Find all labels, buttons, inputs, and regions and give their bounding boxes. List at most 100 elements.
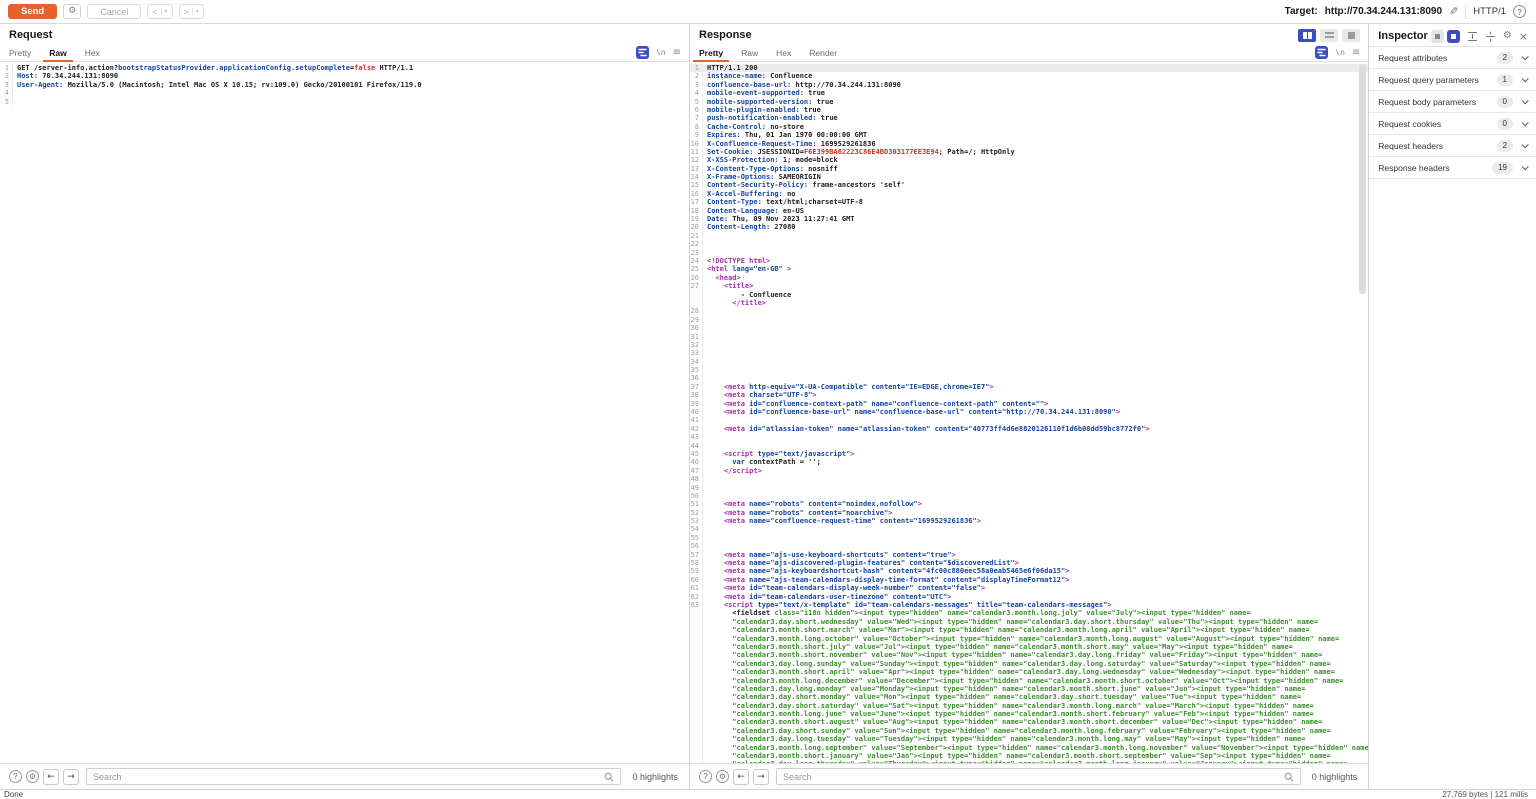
- code-line: 2instance-name: Confluence: [690, 72, 1368, 80]
- layout-columns-button[interactable]: [1298, 29, 1316, 42]
- help-icon[interactable]: ?: [1513, 5, 1526, 18]
- response-scrollbar[interactable]: [1359, 64, 1366, 294]
- history-forward-button[interactable]: >▾: [179, 4, 204, 19]
- code-line: 37 <meta http-equiv="X-UA-Compatible" co…: [690, 383, 1368, 391]
- code-line: </title>: [690, 299, 1368, 307]
- code-line: 27 <title>: [690, 282, 1368, 290]
- search-prev-button[interactable]: ←: [733, 769, 749, 785]
- inspector-dock-expanded-icon[interactable]: [1447, 30, 1460, 43]
- code-line: 5: [0, 98, 689, 106]
- code-line: 49: [690, 484, 1368, 492]
- layout-rows-button[interactable]: [1320, 29, 1338, 42]
- search-settings-icon[interactable]: ⚙: [716, 770, 729, 783]
- response-metrics: 27,769 bytes | 121 millis: [1442, 790, 1528, 799]
- search-settings-icon[interactable]: ⚙: [26, 770, 39, 783]
- code-line: 40 <meta id="confluence-base-url" name="…: [690, 408, 1368, 416]
- chevron-down-icon: [1522, 141, 1529, 148]
- code-line: "calendar3.month.long.september" value="…: [690, 744, 1368, 752]
- inspector-dock-collapsed-icon[interactable]: [1431, 30, 1444, 43]
- code-line: "calendar3.month.short.january" value="J…: [690, 752, 1368, 760]
- inspector-settings-icon[interactable]: ⚙: [1503, 31, 1512, 41]
- cancel-button[interactable]: Cancel: [87, 4, 141, 19]
- code-line: - Confluence: [690, 291, 1368, 299]
- code-line: "calendar3.day.short.monday" value="Mon"…: [690, 693, 1368, 701]
- code-line: 2Host: 70.34.244.131:8090: [0, 72, 689, 80]
- editor-menu-icon[interactable]: ≡: [1352, 47, 1360, 58]
- code-line: 19Date: Thu, 09 Nov 2023 11:27:41 GMT: [690, 215, 1368, 223]
- newline-toggle-icon[interactable]: \n: [1335, 48, 1345, 57]
- count-badge: 2: [1497, 140, 1513, 152]
- tab-response-hex[interactable]: Hex: [767, 44, 800, 61]
- code-line: 31: [690, 333, 1368, 341]
- pretty-print-icon[interactable]: [1315, 46, 1328, 59]
- code-line: 13X-Content-Type-Options: nosniff: [690, 165, 1368, 173]
- code-line: 8Cache-Control: no-store: [690, 123, 1368, 131]
- inspector-section-request-cookies[interactable]: Request cookies 0: [1369, 113, 1536, 135]
- forward-arrow-icon: >: [184, 7, 189, 17]
- code-line: 43: [690, 433, 1368, 441]
- tab-request-raw[interactable]: Raw: [40, 44, 75, 61]
- count-badge: 2: [1497, 52, 1513, 64]
- gear-icon: ⚙: [719, 773, 726, 781]
- tab-response-pretty[interactable]: Pretty: [690, 44, 732, 61]
- code-line: 62 <meta id="team-calendars-user-timezon…: [690, 593, 1368, 601]
- send-button[interactable]: Send: [8, 4, 57, 19]
- code-line: 3confluence-base-url: http://70.34.244.1…: [690, 81, 1368, 89]
- main-split: Request Pretty Raw Hex \n ≡ 1GET /server…: [0, 24, 1536, 789]
- request-editor[interactable]: 1GET /server-info.action?bootstrapStatus…: [0, 62, 689, 763]
- inspector-sections: Request attributes 2 Request query param…: [1369, 46, 1536, 179]
- code-line: "calendar3.day.long.thursday" value="Thu…: [690, 760, 1368, 763]
- edit-target-icon[interactable]: ✎: [1449, 5, 1458, 18]
- send-settings-button[interactable]: ⚙: [63, 4, 81, 19]
- tab-response-render[interactable]: Render: [800, 44, 846, 61]
- expand-all-icon[interactable]: [1467, 31, 1478, 42]
- divider: [1465, 5, 1466, 19]
- inspector-section-request-body-parameters[interactable]: Request body parameters 0: [1369, 91, 1536, 113]
- inspector-section-request-attributes[interactable]: Request attributes 2: [1369, 47, 1536, 69]
- code-line: 11Set-Cookie: JSESSIONID=F6E399BA62223C8…: [690, 148, 1368, 156]
- layout-single-button[interactable]: [1342, 29, 1360, 42]
- request-search-input[interactable]: [93, 772, 604, 782]
- code-line: "calendar3.day.short.sunday" value="Sun"…: [690, 727, 1368, 735]
- status-text: Done: [4, 790, 23, 799]
- inspector-section-response-headers[interactable]: Response headers 19: [1369, 157, 1536, 179]
- history-back-button[interactable]: <▾: [147, 4, 172, 19]
- code-line: 24<!DOCTYPE html>: [690, 257, 1368, 265]
- code-line: 7push-notification-enabled: true: [690, 114, 1368, 122]
- search-icon: [1284, 772, 1294, 782]
- code-line: 56: [690, 542, 1368, 550]
- newline-toggle-icon[interactable]: \n: [656, 48, 666, 57]
- tab-response-raw[interactable]: Raw: [732, 44, 767, 61]
- code-line: 14X-Frame-Options: SAMEORIGIN: [690, 173, 1368, 181]
- response-highlights-count: 0 highlights: [1312, 772, 1358, 782]
- count-badge: 1: [1497, 74, 1513, 86]
- inspector-head: Inspector ⚙ ×: [1369, 24, 1536, 46]
- request-tabs: Pretty Raw Hex \n ≡: [0, 44, 689, 62]
- code-line: "calendar3.month.long.december" value="D…: [690, 677, 1368, 685]
- collapse-all-icon[interactable]: [1485, 31, 1496, 42]
- tab-request-pretty[interactable]: Pretty: [0, 44, 40, 61]
- code-line: "calendar3.month.long.june" value="June"…: [690, 710, 1368, 718]
- request-highlights-count: 0 highlights: [632, 772, 678, 782]
- chevron-down-icon: [1522, 75, 1529, 82]
- request-search-bar: ? ⚙ ← → 0 highlights: [0, 763, 689, 789]
- code-line: 12X-XSS-Protection: 1; mode=block: [690, 156, 1368, 164]
- close-icon[interactable]: ×: [1519, 31, 1528, 42]
- inspector-section-request-query-parameters[interactable]: Request query parameters 1: [1369, 69, 1536, 91]
- code-line: 26 <head>: [690, 274, 1368, 282]
- search-help-icon[interactable]: ?: [699, 770, 712, 783]
- editor-menu-icon[interactable]: ≡: [673, 47, 681, 58]
- search-help-icon[interactable]: ?: [9, 770, 22, 783]
- response-search-input[interactable]: [783, 772, 1284, 782]
- code-line: 52 <meta name="robots" content="noarchiv…: [690, 509, 1368, 517]
- code-line: 4: [0, 89, 689, 97]
- search-next-button[interactable]: →: [63, 769, 79, 785]
- tab-request-hex[interactable]: Hex: [76, 44, 109, 61]
- inspector-section-request-headers[interactable]: Request headers 2: [1369, 135, 1536, 157]
- layout-toggles: [1294, 29, 1360, 42]
- search-prev-button[interactable]: ←: [43, 769, 59, 785]
- search-next-button[interactable]: →: [753, 769, 769, 785]
- pretty-print-icon[interactable]: [636, 46, 649, 59]
- search-icon: [604, 772, 614, 782]
- response-editor[interactable]: 1HTTP/1.1 2002instance-name: Confluence3…: [690, 62, 1368, 763]
